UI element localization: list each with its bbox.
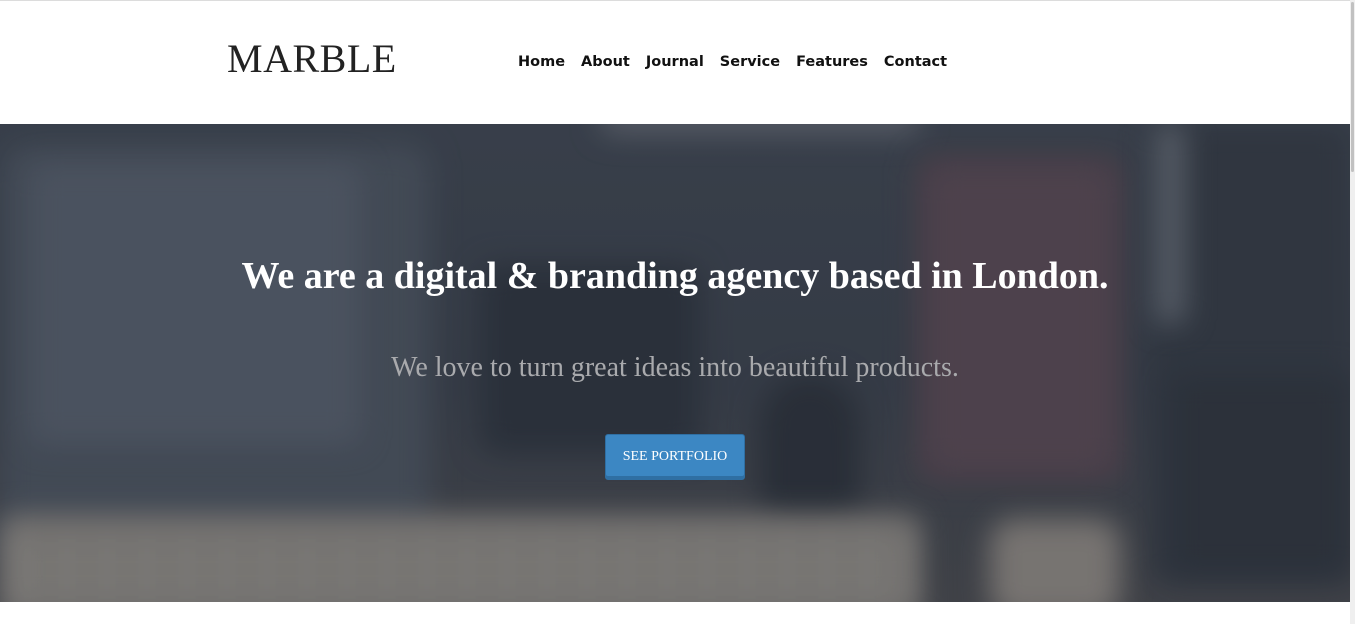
site-header: MARBLE Home About Journal Service Featur… (0, 1, 1350, 124)
nav-item-contact[interactable]: Contact (884, 54, 947, 71)
hero-title: We are a digital & branding agency based… (241, 255, 1109, 297)
hero-subtitle: We love to turn great ideas into beautif… (391, 352, 959, 383)
main-nav: Home About Journal Service Features Cont… (518, 54, 947, 71)
nav-item-features[interactable]: Features (796, 54, 868, 71)
see-portfolio-button[interactable]: SEE PORTFOLIO (605, 434, 745, 480)
scrollbar-thumb[interactable] (1351, 2, 1354, 172)
hero-section: We are a digital & branding agency based… (0, 124, 1350, 602)
nav-item-about[interactable]: About (581, 54, 630, 71)
nav-item-journal[interactable]: Journal (646, 54, 704, 71)
nav-item-home[interactable]: Home (518, 54, 565, 71)
nav-item-service[interactable]: Service (720, 54, 780, 71)
site-logo[interactable]: MARBLE (227, 39, 397, 79)
